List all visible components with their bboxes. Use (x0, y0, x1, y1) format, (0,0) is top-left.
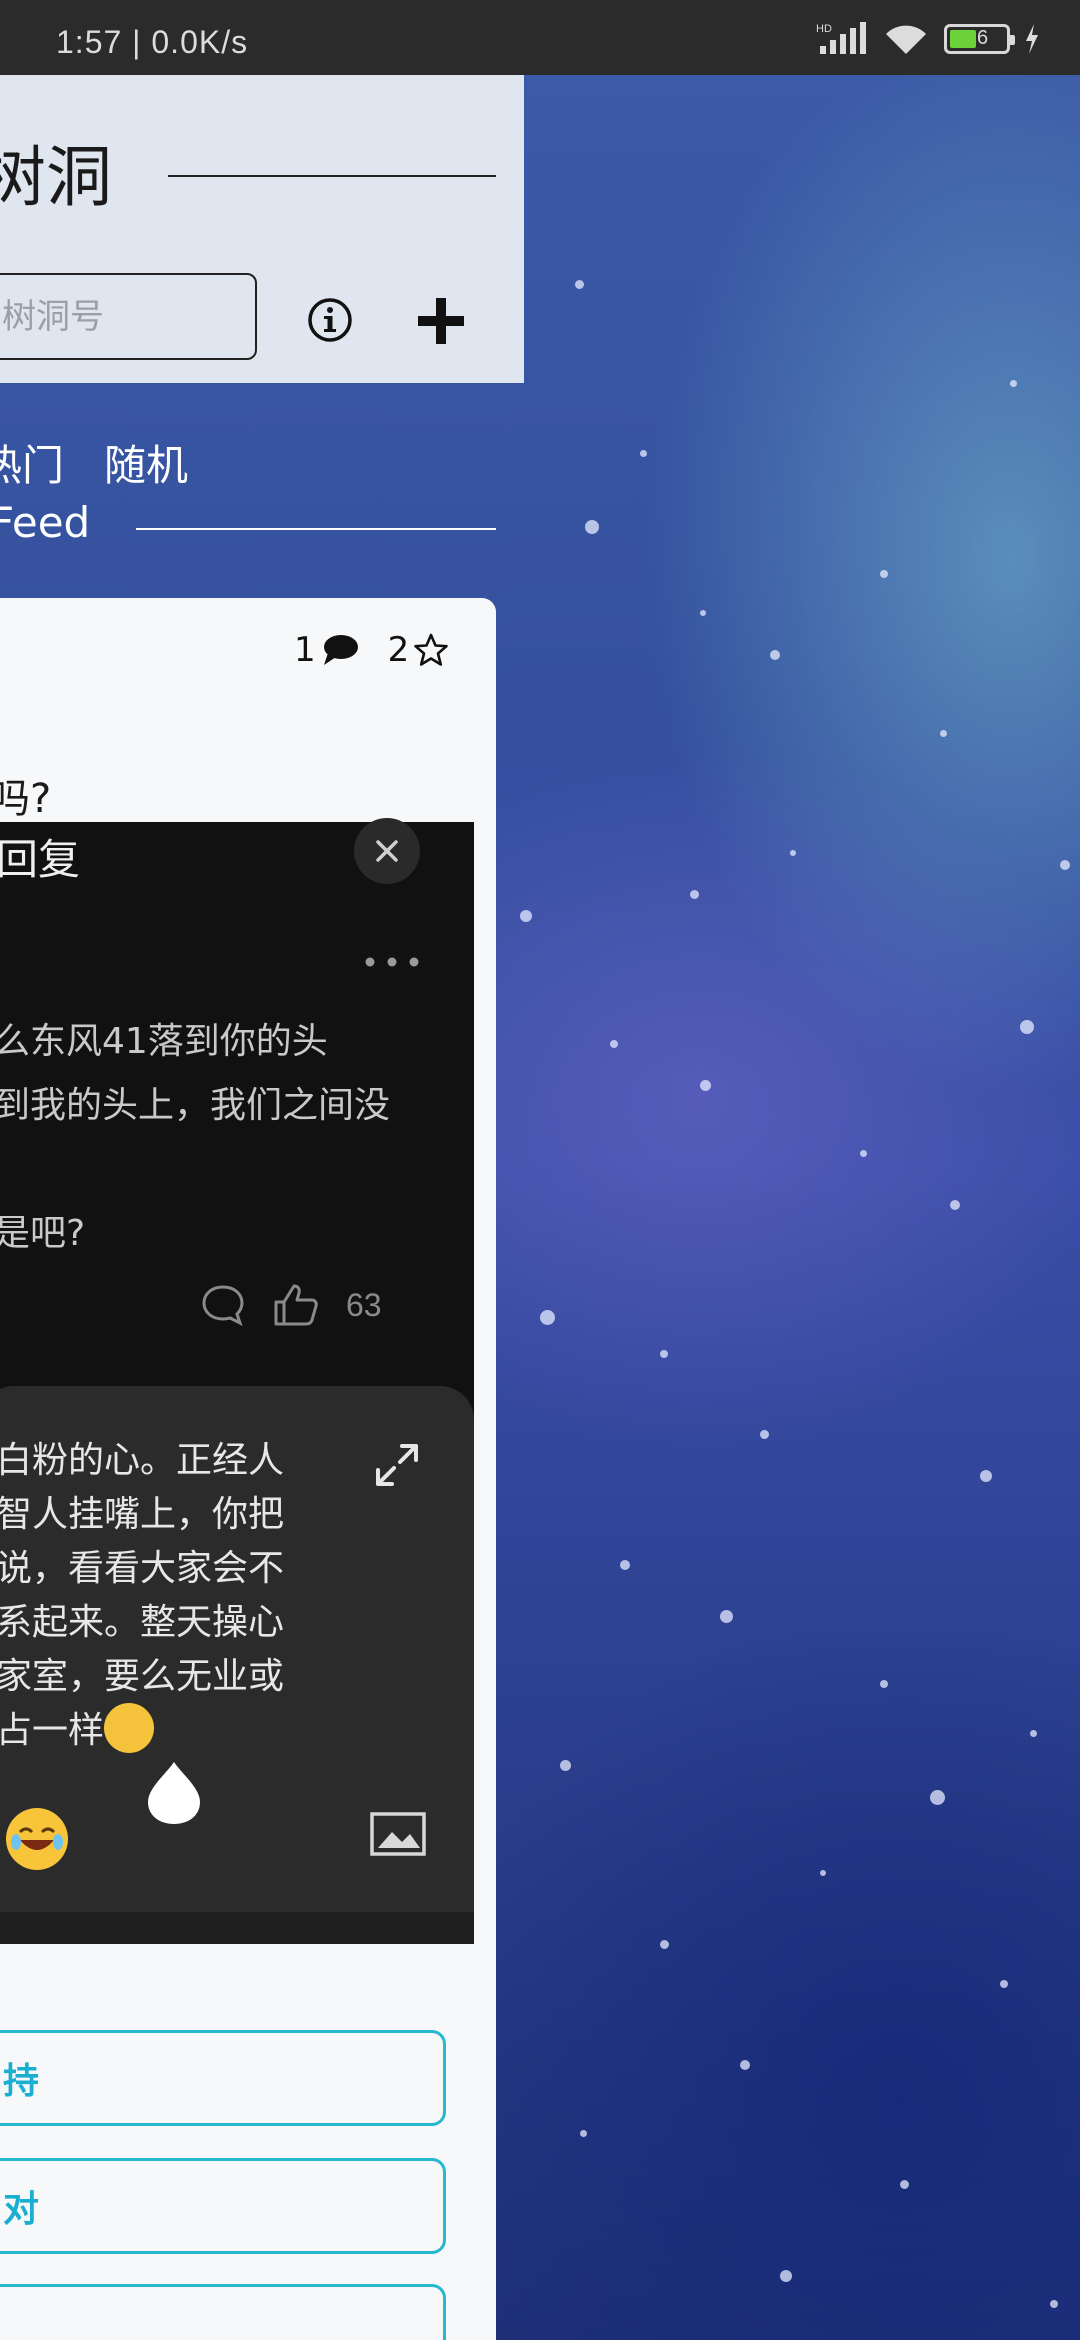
wifi-icon (886, 25, 926, 54)
embed-line: 是吧? (0, 1213, 86, 1254)
embed-line: 么东风41落到你的头 (0, 1021, 328, 1062)
star-count: 2 (387, 630, 410, 670)
signal-icon: HD (816, 22, 866, 54)
status-bar: 1:57 | 0.0K/s HD 6 (0, 0, 1080, 75)
close-icon (376, 840, 398, 862)
comment-stat: 1 (294, 630, 360, 670)
composer-text: 白粉的心。正经人 智人挂嘴上，你把 说，看看大家会不 系起来。整天操心 家室，要… (0, 1434, 336, 1758)
composer-line: 说，看看大家会不 (0, 1548, 285, 1589)
composer-line: 智人挂嘴上，你把 (0, 1494, 285, 1535)
embed-close-button (354, 818, 420, 884)
action-button-3[interactable] (0, 2284, 446, 2340)
embed-like-count: 63 (346, 1286, 382, 1323)
status-icons: HD 6 (816, 22, 1040, 56)
title-divider (168, 175, 496, 177)
composer-line: 系起来。整天操心 (0, 1602, 285, 1643)
composer-last-line: 占一样 (0, 1703, 336, 1758)
reply-bubble-icon (202, 1285, 244, 1326)
post-title: 吗? (0, 776, 52, 822)
battery-icon: 6 (944, 24, 1015, 54)
comment-bubble-icon (323, 635, 358, 665)
composer-footer (0, 1912, 474, 1944)
add-button[interactable] (412, 292, 470, 350)
more-icon (365, 957, 419, 967)
info-circle-icon (308, 298, 352, 342)
battery-level: 6 (977, 27, 989, 49)
thumbs-up-icon (274, 1284, 318, 1326)
composer-line: 白粉的心。正经人 (0, 1440, 285, 1481)
search-input[interactable] (0, 273, 257, 360)
page-title: 树洞 (0, 139, 112, 216)
info-button[interactable] (306, 296, 354, 344)
comment-count: 1 (294, 630, 316, 670)
expand-icon (376, 1444, 418, 1486)
action-button-1[interactable]: 持 (0, 2030, 446, 2126)
feed-divider (136, 528, 496, 530)
plus-icon (418, 298, 464, 344)
tab-random[interactable]: 随机 (104, 432, 188, 493)
tab-hot[interactable]: 热门 (0, 432, 64, 493)
embed-body: 么东风41落到你的头 到我的头上，我们之间没 是吧? (0, 1010, 434, 1266)
tab-feed[interactable]: Feed (0, 498, 90, 547)
embed-line (0, 1138, 434, 1202)
star-icon (414, 633, 449, 666)
drooling-emoji-icon (104, 1703, 155, 1753)
image-icon (370, 1812, 426, 1856)
hd-label: HD (816, 23, 832, 35)
charging-icon (1026, 24, 1038, 54)
embed-actions: 63 (200, 1282, 382, 1328)
composer-line: 占一样 (0, 1710, 105, 1751)
embed-title: 回复 (0, 835, 81, 884)
post-stats: 1 2 (294, 630, 449, 670)
cursor-drop-icon (148, 1762, 200, 1824)
status-time: 1:57 | 0.0K/s (56, 24, 249, 60)
composer-line: 家室，要么无业或 (0, 1656, 285, 1697)
laughing-emoji-icon (6, 1808, 68, 1870)
laughing-face-icon (11, 1827, 63, 1850)
embed-line: 到我的头上，我们之间没 (0, 1085, 391, 1126)
star-stat[interactable]: 2 (388, 630, 450, 670)
action-button-2[interactable]: 对 (0, 2158, 446, 2254)
